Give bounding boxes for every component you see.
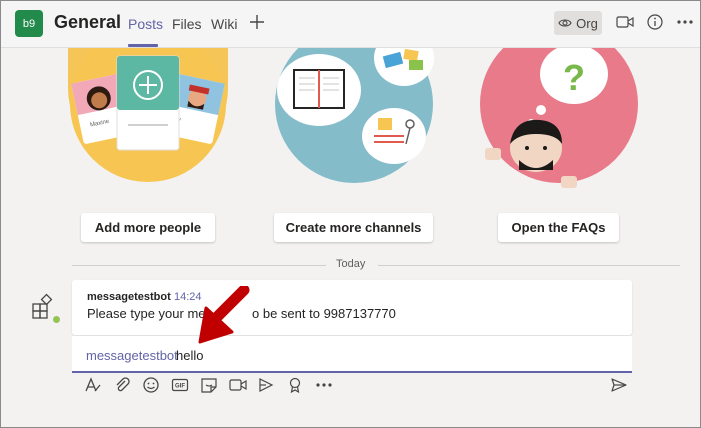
stream-button[interactable] (257, 376, 275, 394)
more-options-button[interactable] (675, 12, 695, 32)
tab-wiki[interactable]: Wiki (211, 16, 237, 32)
gif-label: GIF (175, 384, 185, 390)
compose-text: hello (176, 348, 204, 363)
presence-available-icon (51, 314, 62, 325)
compose-box[interactable]: messagetestbot hello (72, 336, 632, 373)
attach-icon (116, 377, 130, 392)
meet-icon (229, 379, 247, 391)
create-channels-illustration (275, 48, 434, 183)
emoji-icon (143, 377, 159, 393)
sticker-button[interactable] (200, 376, 218, 394)
org-button[interactable]: Org (554, 11, 602, 35)
add-more-people-button[interactable]: Add more people (81, 213, 215, 242)
send-button[interactable] (610, 376, 628, 394)
message-text-right: o be sent to 9987137770 (252, 306, 396, 321)
tab-posts[interactable]: Posts (128, 16, 163, 32)
date-divider-label: Today (336, 258, 366, 270)
meet-now-icon (616, 16, 634, 28)
info-button[interactable] (645, 12, 665, 32)
tab-files[interactable]: Files (172, 16, 202, 32)
message-sender: messagetestbot (87, 291, 171, 303)
more-icon (316, 383, 332, 387)
gif-icon: GIF (171, 378, 189, 392)
eye-icon (558, 19, 572, 27)
channel-header: b9 General Posts Files Wiki Org (1, 1, 700, 48)
open-faqs-button[interactable]: Open the FAQs (498, 213, 619, 242)
gif-button[interactable]: GIF (171, 376, 189, 394)
more-options-icon (677, 20, 693, 24)
praise-icon (289, 377, 301, 394)
emoji-button[interactable] (142, 376, 160, 394)
active-tab-indicator (128, 44, 158, 47)
send-icon (611, 378, 627, 392)
info-icon (647, 14, 663, 30)
message-text-left: Please type your mes (87, 306, 213, 321)
team-avatar[interactable]: b9 (15, 10, 43, 37)
add-people-illustration: Maxine ay (68, 48, 228, 182)
annotation-arrow (198, 286, 250, 344)
plus-icon (250, 15, 264, 29)
add-tab-button[interactable] (249, 13, 265, 36)
praise-button[interactable] (286, 376, 304, 394)
divider-line-left (72, 265, 326, 266)
format-icon (85, 377, 101, 392)
attach-button[interactable] (113, 376, 131, 394)
message-card[interactable]: messagetestbot 14:24 Please type your me… (72, 280, 632, 335)
format-button[interactable] (84, 376, 102, 394)
team-initials: b9 (22, 17, 36, 30)
meet-button[interactable] (229, 376, 247, 394)
channel-title: General (54, 12, 122, 32)
sticker-icon (201, 378, 217, 393)
svg-text:?: ? (563, 57, 585, 98)
stream-icon (259, 378, 274, 392)
meet-now-button[interactable] (615, 12, 635, 32)
bot-mention[interactable]: messagetestbot (86, 348, 178, 363)
divider-line-right (378, 265, 680, 266)
faq-illustration: ? (480, 48, 638, 188)
create-more-channels-button[interactable]: Create more channels (274, 213, 433, 242)
more-toolbar-button[interactable] (315, 376, 333, 394)
org-label: Org (576, 15, 598, 31)
